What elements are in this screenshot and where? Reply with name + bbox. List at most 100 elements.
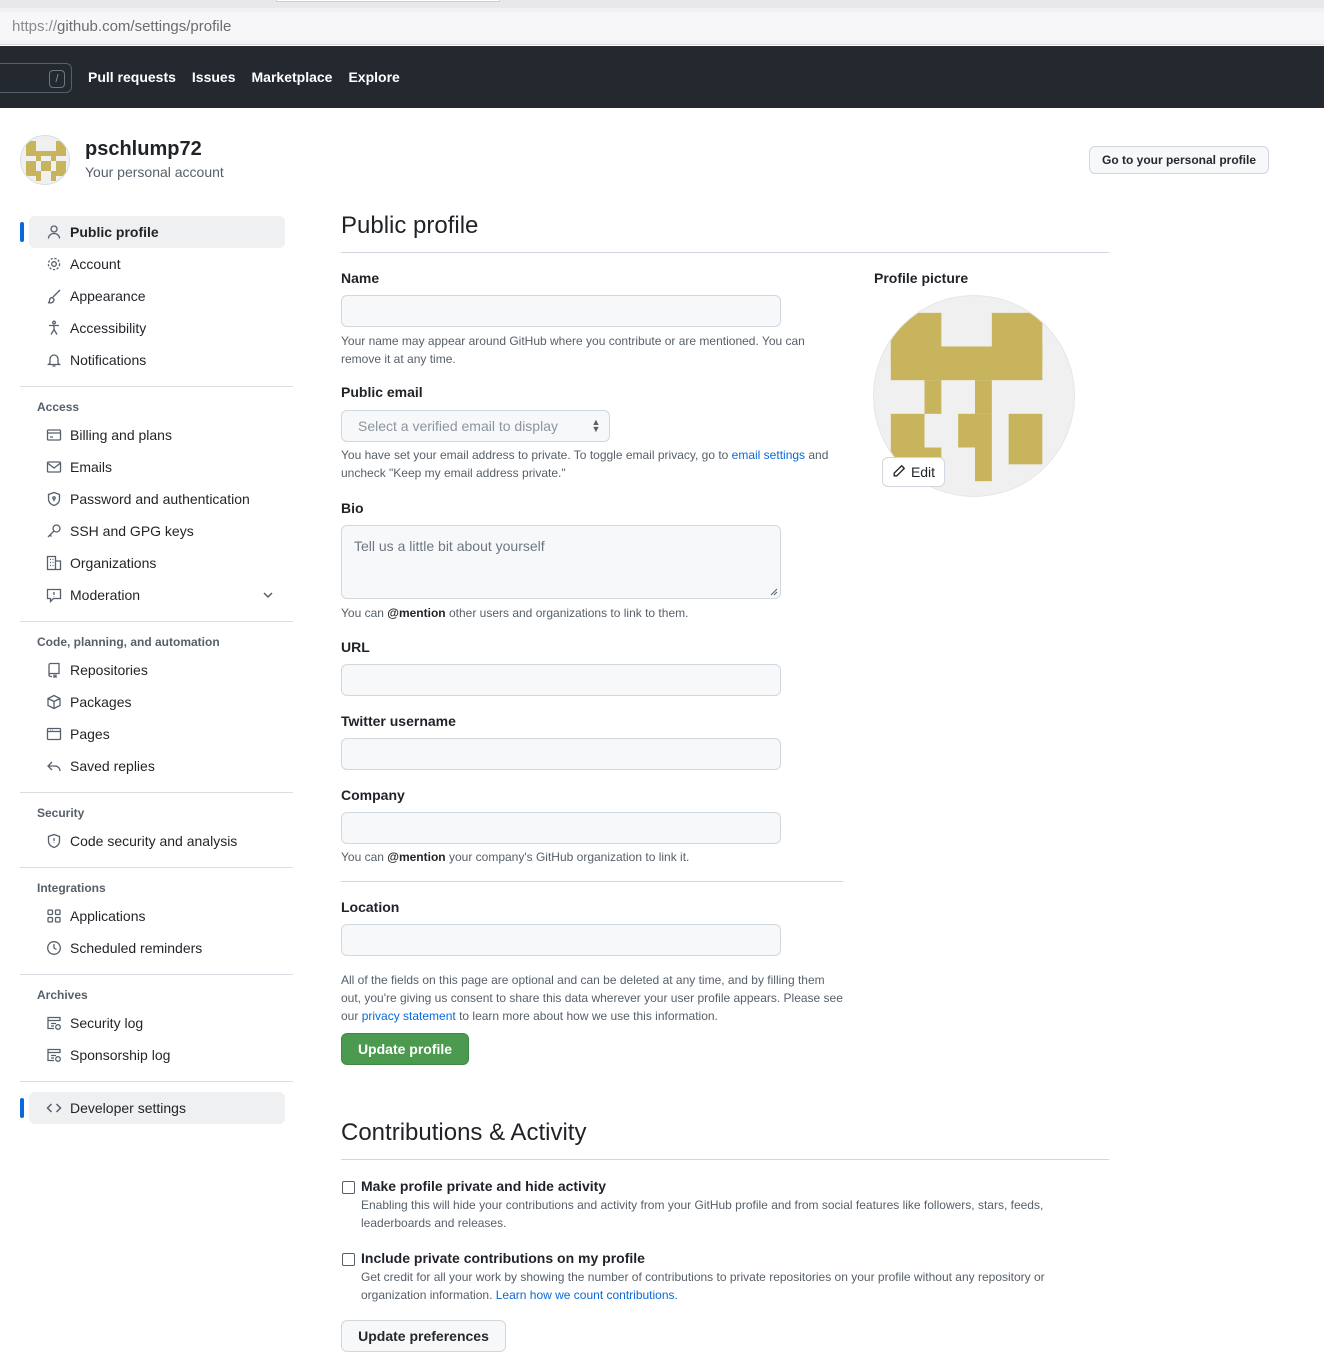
privacy-note: All of the fields on this page are optio… xyxy=(341,971,846,1025)
public-email-select[interactable]: Select a verified email to display ▲ ▼ xyxy=(341,410,610,442)
name-label: Name xyxy=(341,270,380,286)
sidebar-item-label: Developer settings xyxy=(70,1100,186,1116)
mention-hint: @mention xyxy=(387,606,446,620)
sidebar-item-account[interactable]: Account xyxy=(29,248,285,280)
privacy-statement-link[interactable]: privacy statement xyxy=(362,1009,456,1023)
url-protocol: https:// xyxy=(12,17,58,35)
sidebar-item-moderation[interactable]: Moderation xyxy=(29,579,285,611)
go-to-profile-button[interactable]: Go to your personal profile xyxy=(1089,146,1269,174)
learn-contributions-link[interactable]: Learn how we count contributions. xyxy=(496,1288,678,1302)
sidebar-item-emails[interactable]: Emails xyxy=(29,451,285,483)
company-label: Company xyxy=(341,787,405,803)
sidebar-item-label: Notifications xyxy=(70,352,147,368)
sidebar-item-pages[interactable]: Pages xyxy=(29,718,285,750)
sidebar-item-repositories[interactable]: Repositories xyxy=(29,654,285,686)
include-private-checkbox[interactable] xyxy=(342,1253,355,1266)
sidebar-item-accessibility[interactable]: Accessibility xyxy=(29,312,285,344)
sidebar-item-password-auth[interactable]: Password and authentication xyxy=(29,483,285,515)
sidebar-item-scheduled-reminders[interactable]: Scheduled reminders xyxy=(29,932,285,964)
repo-icon xyxy=(46,662,62,678)
twitter-field[interactable] xyxy=(341,738,781,770)
private-profile-checkbox[interactable] xyxy=(342,1181,355,1194)
email-note: You have set your email address to priva… xyxy=(341,446,841,482)
account-username[interactable]: pschlump72 xyxy=(85,138,202,161)
settings-sidebar: Public profile Account Appearance Access… xyxy=(20,216,294,1124)
address-bar[interactable]: https://github.com/settings/profile xyxy=(0,8,1324,45)
bell-icon xyxy=(46,352,62,368)
chevron-down-icon[interactable] xyxy=(261,588,275,602)
company-field[interactable] xyxy=(341,812,781,844)
sidebar-item-label: Repositories xyxy=(70,662,148,678)
sidebar-divider xyxy=(20,867,293,868)
sidebar-heading-archives: Archives xyxy=(37,988,88,1002)
company-note-text: You can xyxy=(341,850,388,864)
update-preferences-button[interactable]: Update preferences xyxy=(341,1320,506,1352)
sidebar-heading-integrations: Integrations xyxy=(37,881,106,895)
code-icon xyxy=(46,1100,62,1116)
sidebar-item-sponsorship-log[interactable]: Sponsorship log xyxy=(29,1039,285,1071)
bio-placeholder: Tell us a little bit about yourself xyxy=(354,538,545,554)
sidebar-item-label: Applications xyxy=(70,908,146,924)
sidebar-item-billing[interactable]: Billing and plans xyxy=(29,419,285,451)
nav-pull-requests[interactable]: Pull requests xyxy=(88,69,176,85)
bio-note-text: You can xyxy=(341,606,388,620)
edit-picture-button[interactable]: Edit xyxy=(882,457,945,487)
company-note: You can @mention your company's GitHub o… xyxy=(341,848,841,866)
log-icon xyxy=(46,1015,62,1031)
twitter-label: Twitter username xyxy=(341,713,456,729)
sidebar-item-developer-settings[interactable]: Developer settings xyxy=(20,1092,285,1124)
contributions-title: Contributions & Activity xyxy=(341,1117,1109,1160)
url-field[interactable] xyxy=(341,664,781,696)
search-shortcut-hint: / xyxy=(49,70,65,88)
sidebar-item-appearance[interactable]: Appearance xyxy=(29,280,285,312)
mail-icon xyxy=(46,459,62,475)
location-label: Location xyxy=(341,899,400,915)
bio-textarea[interactable]: Tell us a little bit about yourself xyxy=(341,525,781,599)
update-profile-button[interactable]: Update profile xyxy=(341,1033,469,1065)
sidebar-item-label: Pages xyxy=(70,726,110,742)
nav-explore[interactable]: Explore xyxy=(348,69,399,85)
sidebar-item-organizations[interactable]: Organizations xyxy=(29,547,285,579)
sidebar-item-label: Emails xyxy=(70,459,113,475)
url-field[interactable]: https://github.com/settings/profile xyxy=(0,12,1324,40)
pencil-icon xyxy=(892,464,906,481)
private-profile-desc: Enabling this will hide your contributio… xyxy=(361,1198,1044,1230)
sidebar-item-packages[interactable]: Packages xyxy=(29,686,285,718)
email-settings-link[interactable]: email settings xyxy=(732,448,805,462)
search-input[interactable]: / xyxy=(0,63,72,93)
sidebar-item-applications[interactable]: Applications xyxy=(29,900,285,932)
name-field[interactable] xyxy=(341,295,781,327)
sidebar-divider xyxy=(20,386,293,387)
sidebar-item-ssh-gpg[interactable]: SSH and GPG keys xyxy=(29,515,285,547)
include-private-desc: Get credit for all your work by showing … xyxy=(361,1268,1106,1304)
name-note: Your name may appear around GitHub where… xyxy=(341,334,805,366)
sidebar-item-public-profile[interactable]: Public profile xyxy=(20,216,285,248)
nav-issues[interactable]: Issues xyxy=(192,69,236,85)
include-private-title[interactable]: Include private contributions on my prof… xyxy=(361,1250,645,1266)
browser-tab-strip xyxy=(0,0,1324,8)
privacy-note-text-2: to learn more about how we use this info… xyxy=(455,1009,718,1023)
credit-card-icon xyxy=(46,427,62,443)
bio-label: Bio xyxy=(341,500,364,516)
sidebar-item-saved-replies[interactable]: Saved replies xyxy=(29,750,285,782)
profile-picture-label: Profile picture xyxy=(874,270,969,286)
github-header: / Pull requests Issues Marketplace Explo… xyxy=(0,46,1324,108)
select-caret-icon: ▲ ▼ xyxy=(591,417,601,434)
sidebar-item-label: Sponsorship log xyxy=(70,1047,171,1063)
url-text: github.com/settings/profile xyxy=(57,17,232,35)
sidebar-item-label: Accessibility xyxy=(70,320,147,336)
browser-tab[interactable] xyxy=(276,0,500,2)
gear-icon xyxy=(46,256,62,272)
nav-marketplace[interactable]: Marketplace xyxy=(252,69,333,85)
resize-grip-icon[interactable] xyxy=(768,586,778,596)
sidebar-item-code-security[interactable]: Code security and analysis xyxy=(29,825,285,857)
avatar[interactable] xyxy=(20,135,70,185)
browser-icon xyxy=(46,726,62,742)
sidebar-divider xyxy=(20,1081,293,1082)
location-field[interactable] xyxy=(341,924,781,956)
sidebar-item-label: Password and authentication xyxy=(70,491,250,507)
private-profile-title[interactable]: Make profile private and hide activity xyxy=(361,1178,606,1194)
sidebar-item-security-log[interactable]: Security log xyxy=(29,1007,285,1039)
person-icon xyxy=(46,224,62,240)
sidebar-item-notifications[interactable]: Notifications xyxy=(29,344,285,376)
